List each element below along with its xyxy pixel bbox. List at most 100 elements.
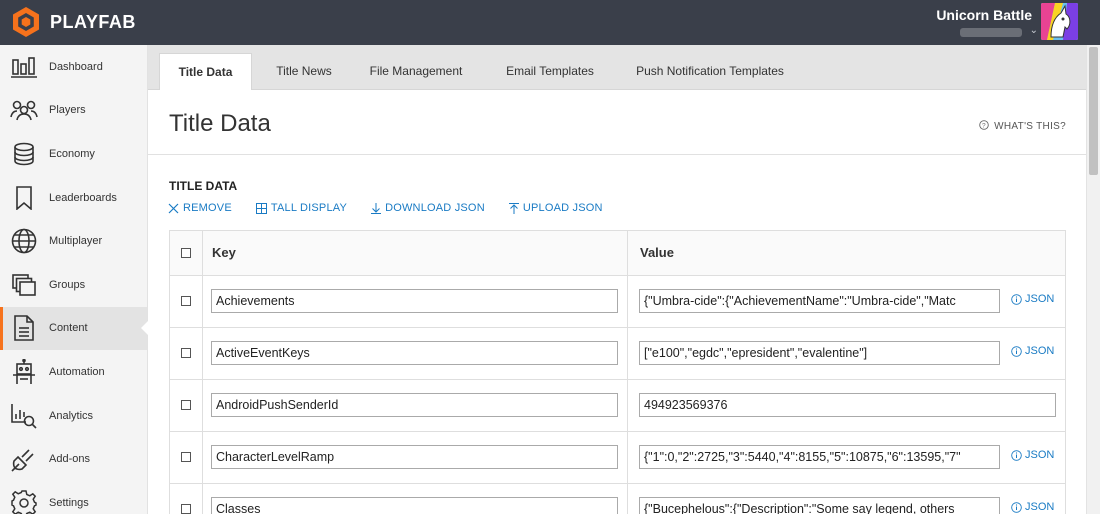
sidebar-item-label: Content	[49, 322, 88, 335]
download-json-button[interactable]: DOWNLOAD JSON	[371, 202, 485, 214]
whats-this-link[interactable]: ? WHAT'S THIS?	[979, 120, 1066, 132]
title-name[interactable]: Unicorn Battle	[936, 7, 1032, 23]
sidebar-item-label: Economy	[49, 147, 95, 160]
groups-icon	[10, 271, 38, 299]
json-editor-link[interactable]: JSON	[1011, 449, 1054, 461]
automation-icon	[10, 358, 38, 386]
tab-title-news[interactable]: Title News	[264, 53, 344, 90]
upload-json-label: UPLOAD JSON	[522, 202, 603, 214]
info-icon	[1011, 501, 1022, 513]
sidebar-item-label: Groups	[49, 278, 86, 291]
upload-icon	[508, 202, 519, 214]
info-icon	[1011, 449, 1022, 461]
value-field[interactable]: {"Bucephelous":{"Description":"Some say …	[639, 497, 1000, 514]
tab-title-data[interactable]: Title Data	[159, 53, 252, 91]
row-checkbox[interactable]	[181, 504, 191, 514]
sidebar-item-settings[interactable]: Settings	[0, 481, 147, 514]
sidebar-item-label: Settings	[49, 496, 89, 509]
chevron-down-icon[interactable]: ⌄	[1030, 25, 1038, 36]
column-divider	[202, 276, 203, 327]
column-divider	[202, 231, 203, 275]
value-field[interactable]: {"1":0,"2":2725,"3":5440,"4":8155,"5":10…	[639, 445, 1000, 469]
tab-email-templates[interactable]: Email Templates	[495, 53, 605, 90]
sidebar-item-groups[interactable]: Groups	[0, 263, 147, 307]
row-checkbox[interactable]	[181, 400, 191, 410]
title-avatar[interactable]	[1041, 3, 1078, 40]
key-field[interactable]: CharacterLevelRamp	[211, 445, 618, 469]
json-editor-link[interactable]: JSON	[1011, 345, 1054, 357]
analytics-icon	[10, 402, 38, 430]
leaderboards-icon	[10, 184, 38, 212]
dashboard-icon	[10, 53, 38, 81]
json-label: JSON	[1025, 449, 1055, 461]
column-divider	[202, 328, 203, 379]
top-bar: PLAYFAB Unicorn Battle ⌄	[0, 0, 1100, 45]
sidebar-item-label: Automation	[49, 365, 105, 378]
table-row: AndroidPushSenderId 494923569376	[170, 380, 1065, 432]
unicorn-avatar-icon	[1041, 3, 1078, 40]
title-id-redacted	[960, 28, 1022, 37]
column-divider	[627, 231, 628, 275]
brand-name: PLAYFAB	[50, 11, 136, 32]
table-row: CharacterLevelRamp {"1":0,"2":2725,"3":5…	[170, 432, 1065, 484]
row-checkbox[interactable]	[181, 348, 191, 358]
column-divider	[627, 484, 628, 514]
table-row: Classes {"Bucephelous":{"Description":"S…	[170, 484, 1065, 514]
info-icon	[1011, 293, 1022, 305]
column-divider	[202, 432, 203, 483]
key-field[interactable]: Classes	[211, 497, 618, 514]
multiplayer-icon	[10, 227, 38, 255]
tab-push-notification-templates[interactable]: Push Notification Templates	[625, 53, 795, 90]
sidebar-item-economy[interactable]: Economy	[0, 132, 147, 176]
divider	[148, 154, 1086, 155]
sidebar-item-addons[interactable]: Add-ons	[0, 437, 147, 481]
column-divider	[627, 276, 628, 327]
select-all-checkbox[interactable]	[181, 248, 191, 258]
page-scrollbar[interactable]	[1086, 45, 1100, 514]
table-row: Achievements {"Umbra-cide":{"Achievement…	[170, 276, 1065, 328]
json-editor-link[interactable]: JSON	[1011, 501, 1054, 513]
key-field[interactable]: Achievements	[211, 289, 618, 313]
row-checkbox[interactable]	[181, 452, 191, 462]
upload-json-button[interactable]: UPLOAD JSON	[508, 202, 603, 214]
column-divider	[627, 328, 628, 379]
value-field[interactable]: {"Umbra-cide":{"AchievementName":"Umbra-…	[639, 289, 1000, 313]
json-label: JSON	[1025, 501, 1055, 513]
whats-this-label: WHAT'S THIS?	[994, 121, 1066, 132]
scrollbar-thumb[interactable]	[1089, 47, 1098, 175]
brand[interactable]: PLAYFAB	[10, 6, 136, 38]
main-content: Title Data ? WHAT'S THIS? TITLE DATA REM…	[148, 90, 1086, 514]
sidebar-item-dashboard[interactable]: Dashboard	[0, 45, 147, 89]
sidebar-item-multiplayer[interactable]: Multiplayer	[0, 219, 147, 263]
json-editor-link[interactable]: JSON	[1011, 293, 1054, 305]
download-json-label: DOWNLOAD JSON	[385, 202, 485, 214]
value-field[interactable]: 494923569376	[639, 393, 1056, 417]
table-row: ActiveEventKeys ["e100","egdc","epreside…	[170, 328, 1065, 380]
value-column-header: Value	[640, 245, 674, 260]
sidebar-item-label: Leaderboards	[49, 191, 117, 204]
tab-file-management[interactable]: File Management	[360, 53, 472, 90]
sidebar-item-leaderboards[interactable]: Leaderboards	[0, 176, 147, 220]
remove-label: REMOVE	[183, 202, 232, 214]
json-label: JSON	[1025, 293, 1055, 305]
row-checkbox[interactable]	[181, 296, 191, 306]
sidebar-item-automation[interactable]: Automation	[0, 350, 147, 394]
playfab-logo-icon	[13, 7, 39, 37]
sidebar: Dashboard Players Economy Leaderboards M…	[0, 45, 148, 514]
column-divider	[202, 380, 203, 431]
section-title: TITLE DATA	[169, 179, 238, 193]
content-icon	[10, 314, 38, 342]
content-tabs: Title Data Title News File Management Em…	[148, 45, 1086, 91]
table-header: Key Value	[170, 231, 1065, 276]
remove-button[interactable]: REMOVE	[168, 202, 232, 214]
key-column-header: Key	[212, 245, 236, 260]
sidebar-item-content[interactable]: Content	[0, 306, 148, 351]
sidebar-item-label: Players	[49, 104, 86, 117]
key-field[interactable]: ActiveEventKeys	[211, 341, 618, 365]
tall-display-button[interactable]: TALL DISPLAY	[255, 202, 347, 214]
key-field[interactable]: AndroidPushSenderId	[211, 393, 618, 417]
sidebar-item-analytics[interactable]: Analytics	[0, 394, 147, 438]
sidebar-item-players[interactable]: Players	[0, 89, 147, 133]
sidebar-item-label: Add-ons	[49, 453, 90, 466]
value-field[interactable]: ["e100","egdc","epresident","evalentine"…	[639, 341, 1000, 365]
